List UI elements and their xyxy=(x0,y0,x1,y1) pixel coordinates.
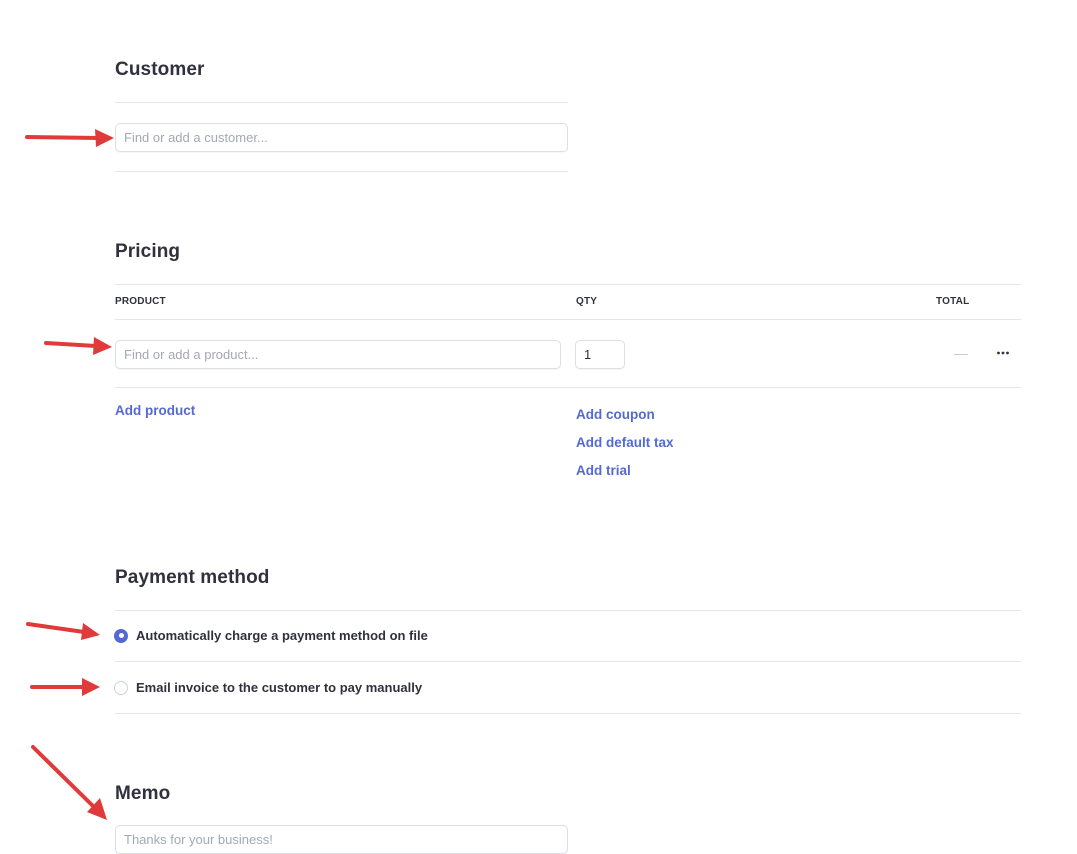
arrow-icon-email-invoice xyxy=(30,678,100,696)
arrow-icon-auto-charge xyxy=(26,622,100,640)
annotation-arrows-layer xyxy=(25,129,114,820)
arrow-icon-product xyxy=(44,337,112,355)
arrow-icon-memo xyxy=(31,745,107,820)
arrow-icon-customer xyxy=(25,129,114,147)
